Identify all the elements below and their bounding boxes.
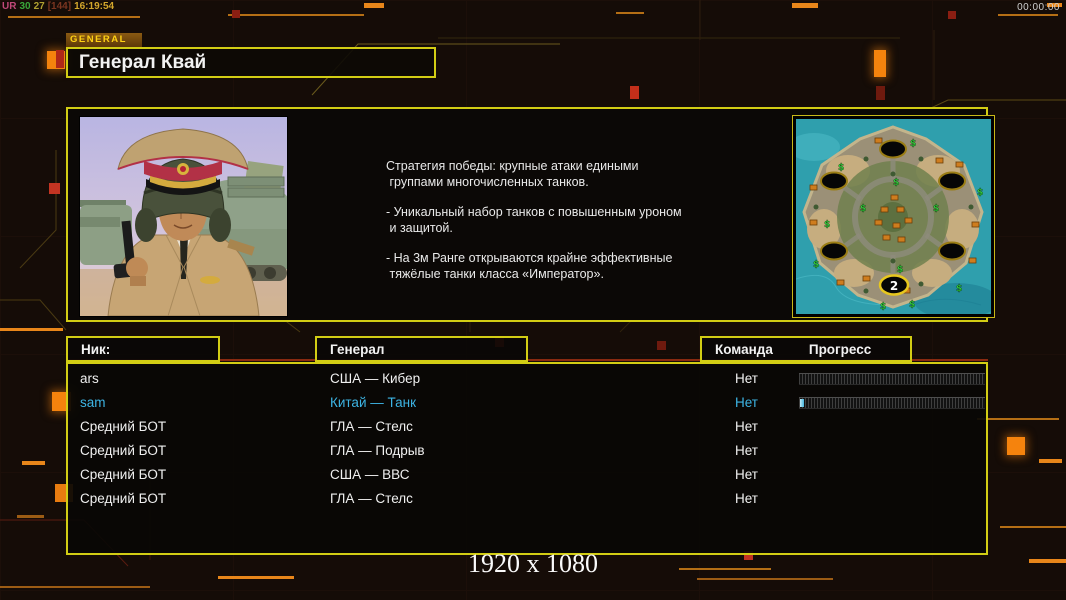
bg-decoration: [1039, 459, 1062, 463]
bg-decoration: [616, 12, 644, 14]
players-table: ars США — Кибер Нет sam Китай — Танк Нет…: [66, 362, 988, 555]
stats-token: UR: [2, 1, 16, 12]
player-general: США — ВВС: [330, 467, 409, 482]
bg-decoration: [0, 328, 63, 331]
bg-decoration: [49, 183, 60, 194]
stats-clock: 16:19:54: [74, 1, 114, 12]
player-row: ars США — Кибер Нет: [68, 367, 986, 391]
player-team: Нет: [735, 443, 758, 458]
column-header-label: Ник:: [68, 342, 110, 357]
svg-text:$: $: [880, 302, 886, 312]
svg-text:$: $: [838, 163, 844, 173]
player-row: sam Китай — Танк Нет: [68, 391, 986, 415]
bg-decoration: [8, 16, 140, 18]
bg-decoration: [977, 418, 1059, 420]
svg-text:$: $: [933, 204, 939, 214]
bg-decoration: [232, 10, 240, 18]
column-header-label: Прогресс: [773, 342, 871, 357]
description-paragraph: - Уникальный набор танков с повышенным у…: [386, 205, 746, 236]
svg-text:$: $: [813, 260, 819, 270]
svg-text:$: $: [897, 265, 903, 275]
general-description: Стратегия победы: крупные атаки едиными …: [386, 159, 746, 297]
stats-overlay: UR30 27[144]16:19:54: [2, 1, 117, 12]
player-general: Китай — Танк: [330, 395, 416, 410]
bg-decoration: [998, 14, 1058, 16]
player-row: Средний БОТ ГЛА — Стелс Нет: [68, 487, 986, 511]
player-general: ГЛА — Стелс: [330, 491, 413, 506]
column-header-team-progress: Команда Прогресс: [700, 336, 912, 362]
stats-token: 30: [19, 1, 30, 12]
player-nick: Средний БОТ: [80, 491, 166, 506]
bg-decoration: [56, 50, 64, 68]
start-position-label: 2: [890, 279, 898, 293]
description-paragraph: Стратегия победы: крупные атаки едиными …: [386, 159, 746, 190]
svg-text:$: $: [910, 139, 916, 149]
bg-decoration: [874, 50, 886, 77]
svg-text:$: $: [909, 300, 915, 310]
column-header-nick: Ник:: [66, 336, 220, 362]
svg-text:$: $: [977, 188, 983, 198]
svg-text:$: $: [956, 284, 962, 294]
player-row: Средний БОТ ГЛА — Подрыв Нет: [68, 439, 986, 463]
player-team: Нет: [735, 467, 758, 482]
general-portrait: [80, 117, 287, 316]
description-paragraph: - На 3м Ранге открываются крайне эффекти…: [386, 251, 746, 282]
bg-decoration: [228, 14, 364, 16]
bg-decoration: [630, 86, 639, 99]
player-nick: Средний БОТ: [80, 467, 166, 482]
general-info-panel: Стратегия победы: крупные атаки едиными …: [66, 107, 988, 322]
svg-text:$: $: [893, 178, 899, 188]
player-row: Средний БОТ США — ВВС Нет: [68, 463, 986, 487]
player-row: Средний БОТ ГЛА — Стелс Нет: [68, 415, 986, 439]
bg-decoration: [22, 461, 45, 465]
player-nick: ars: [80, 371, 99, 386]
bg-decoration: [876, 86, 885, 100]
column-header-general: Генерал: [315, 336, 528, 362]
player-nick: Средний БОТ: [80, 443, 166, 458]
player-team: Нет: [735, 419, 758, 434]
resolution-label: 1920 x 1080: [0, 549, 1066, 579]
column-header-label: Команда: [702, 342, 773, 357]
player-nick: sam: [80, 395, 106, 410]
player-team: Нет: [735, 371, 758, 386]
bg-decoration: [0, 586, 150, 588]
progress-fill: [800, 399, 804, 407]
player-nick: Средний БОТ: [80, 419, 166, 434]
loading-screen: UR3027[144]16:19:54 00:00:00 GENERAL Ген…: [0, 0, 1066, 600]
map-preview: $ $ $ $ $ $ $ $ $ $ $ $ 2: [792, 115, 995, 318]
bg-decoration: [1000, 526, 1066, 528]
bg-decoration: [17, 515, 44, 518]
svg-text:$: $: [824, 220, 830, 230]
general-title-box: Генерал Квай: [66, 47, 436, 78]
loading-progress-bar: [799, 373, 985, 385]
page-title: Генерал Квай: [68, 52, 206, 74]
svg-text:$: $: [860, 204, 866, 214]
player-general: США — Кибер: [330, 371, 420, 386]
player-team: Нет: [735, 395, 758, 410]
bg-decoration: [657, 341, 666, 350]
bg-decoration: [948, 11, 956, 19]
stats-token: 27: [34, 1, 45, 12]
loading-progress-bar: [799, 397, 985, 409]
bg-decoration: [1007, 437, 1025, 455]
player-team: Нет: [735, 491, 758, 506]
bg-decoration: [792, 3, 818, 8]
match-timer: 00:00:00: [1017, 2, 1060, 13]
player-general: ГЛА — Стелс: [330, 419, 413, 434]
bg-decoration: [364, 3, 384, 8]
player-general: ГЛА — Подрыв: [330, 443, 425, 458]
column-header-label: Генерал: [317, 342, 384, 357]
stats-token: [144]: [48, 1, 71, 12]
